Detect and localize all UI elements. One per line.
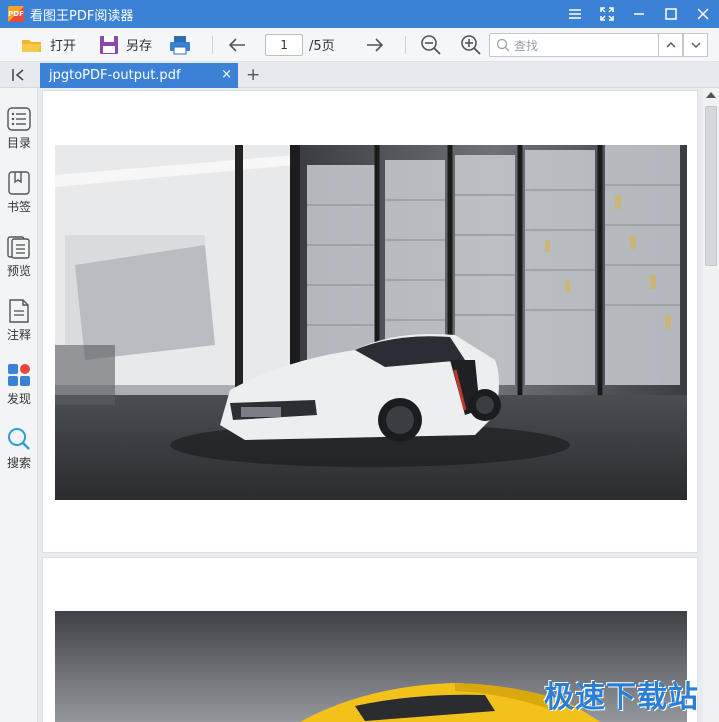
- collapse-left-icon: [12, 69, 24, 81]
- save-as-label: 另存: [126, 39, 153, 54]
- sidebar-item-label: 发现: [6, 392, 31, 406]
- sidebar-item-toc[interactable]: 目录: [0, 106, 38, 151]
- vertical-scrollbar[interactable]: [703, 88, 719, 722]
- maximize-icon: [665, 8, 677, 20]
- chevron-up-icon: [666, 42, 675, 48]
- sidebar-item-label: 预览: [6, 264, 31, 278]
- sidebar-item-label: 目录: [6, 136, 31, 150]
- close-button[interactable]: [687, 0, 719, 28]
- annotation-icon: [9, 299, 29, 323]
- search-prev-button[interactable]: [658, 33, 683, 57]
- fullscreen-button[interactable]: [591, 0, 623, 28]
- zoom-in-button[interactable]: [456, 32, 492, 58]
- sidebar-item-preview[interactable]: 预览: [0, 234, 38, 279]
- app-logo-icon: PDF: [8, 6, 24, 22]
- folder-icon: [22, 39, 41, 52]
- bookmark-icon: [8, 171, 30, 195]
- sidebar-item-bookmark[interactable]: 书签: [0, 170, 38, 215]
- page-total-label: /5页: [309, 39, 335, 54]
- sidebar-item-annotation[interactable]: 注释: [0, 298, 38, 343]
- pdf-page-1: [42, 90, 698, 553]
- new-tab-button[interactable]: +: [246, 65, 260, 85]
- save-as-button[interactable]: 另存: [94, 32, 156, 58]
- printer-icon: [170, 35, 191, 54]
- print-button[interactable]: [164, 32, 202, 58]
- watermark: 极速下载站: [544, 680, 699, 715]
- sidebar-item-label: 注释: [6, 328, 31, 342]
- save-icon: [100, 35, 119, 54]
- preview-icon: [7, 236, 30, 259]
- next-page-button[interactable]: [361, 32, 395, 58]
- audi-r8-image: [55, 145, 687, 500]
- toolbar: 打开 另存 1 /5页 查找: [0, 28, 719, 62]
- fullscreen-icon: [600, 7, 614, 21]
- sidebar-item-label: 搜索: [6, 456, 31, 470]
- sidebar-item-discover[interactable]: 发现: [0, 362, 38, 407]
- prev-page-button[interactable]: [223, 32, 257, 58]
- sidebar: 目录 书签 预览 注释 发现 搜索: [0, 88, 38, 722]
- chevron-down-icon: [691, 42, 700, 48]
- discover-icon: [8, 364, 30, 386]
- menu-button[interactable]: [559, 0, 591, 28]
- search-input[interactable]: 查找: [489, 33, 659, 57]
- tab-label: jpgtoPDF-output.pdf: [49, 68, 181, 83]
- window-title: 看图王PDF阅读器: [30, 8, 134, 24]
- toolbar-separator: [404, 35, 406, 54]
- collapse-sidebar-button[interactable]: [11, 68, 27, 85]
- search-icon: [496, 38, 510, 52]
- tab-close-icon[interactable]: ×: [221, 67, 232, 82]
- zoom-out-icon: [420, 34, 441, 55]
- arrow-right-icon: [366, 37, 383, 52]
- close-icon: [697, 8, 709, 20]
- open-button[interactable]: 打开: [16, 32, 80, 58]
- window-controls: [559, 0, 719, 28]
- scrollbar-thumb[interactable]: [705, 106, 717, 266]
- search-icon: [8, 428, 30, 450]
- minimize-icon: [634, 13, 644, 15]
- minimize-button[interactable]: [623, 0, 655, 28]
- sidebar-item-search[interactable]: 搜索: [0, 426, 38, 471]
- hamburger-icon: [569, 9, 581, 19]
- maximize-button[interactable]: [655, 0, 687, 28]
- open-label: 打开: [50, 39, 77, 54]
- tab-bar: jpgtoPDF-output.pdf × +: [0, 63, 719, 88]
- toc-icon: [7, 107, 31, 131]
- search-placeholder: 查找: [514, 38, 539, 53]
- page-number-input[interactable]: 1: [265, 33, 304, 56]
- tab-document[interactable]: jpgtoPDF-output.pdf ×: [40, 63, 238, 88]
- document-viewer[interactable]: [39, 88, 703, 722]
- sidebar-item-label: 书签: [6, 200, 31, 214]
- search-next-button[interactable]: [683, 33, 708, 57]
- scroll-up-arrow-icon[interactable]: [706, 92, 716, 98]
- toolbar-separator: [212, 35, 214, 54]
- zoom-out-button[interactable]: [416, 32, 452, 58]
- title-bar: PDF 看图王PDF阅读器: [0, 0, 719, 28]
- arrow-left-icon: [228, 37, 246, 52]
- zoom-in-icon: [460, 34, 481, 55]
- car-showroom-photo: [55, 145, 687, 500]
